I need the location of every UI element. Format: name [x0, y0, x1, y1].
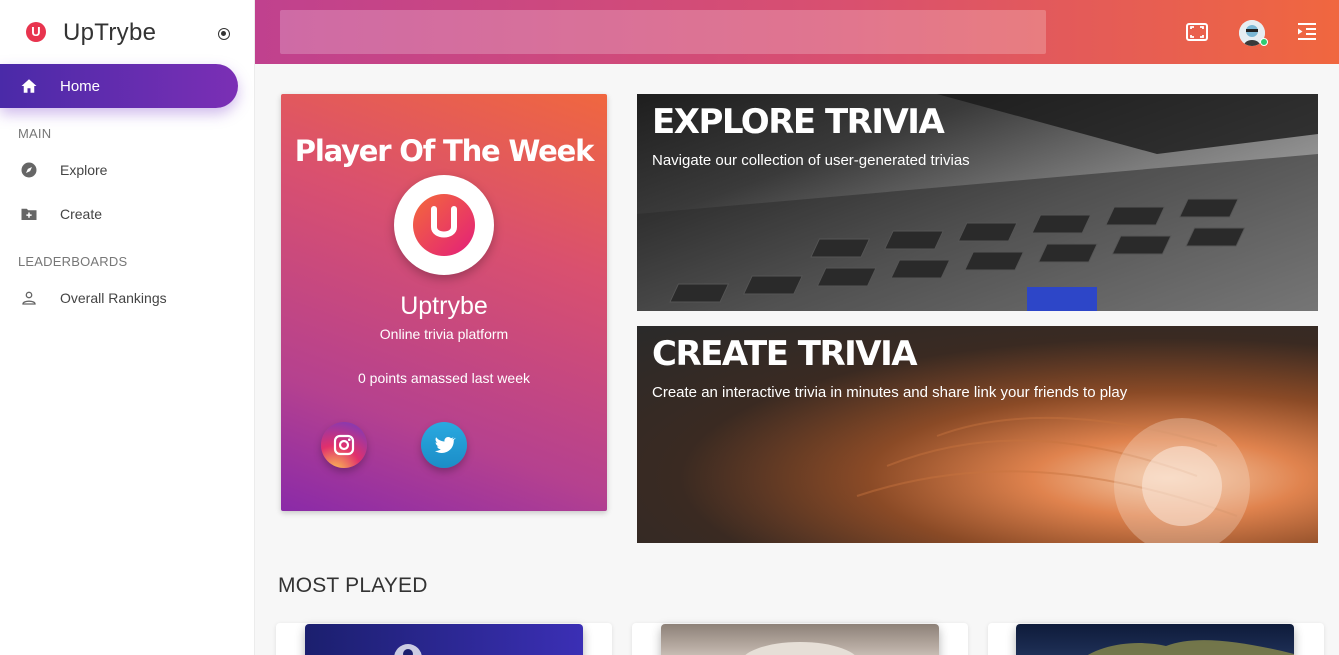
sidebar-item-overall-rankings[interactable]: Overall Rankings	[0, 278, 255, 318]
menu-collapse-icon[interactable]	[1295, 20, 1319, 44]
home-icon	[21, 79, 37, 93]
sidebar-toggle-icon[interactable]	[218, 28, 230, 40]
sidebar-item-label: Create	[60, 206, 103, 222]
sidebar-item-label: Home	[60, 78, 101, 95]
sidebar: U UpTrybe Home MAIN Explore Create LEADE…	[0, 0, 255, 655]
compass-icon	[21, 162, 37, 178]
instagram-icon	[333, 434, 355, 456]
brand-logo[interactable]: U	[26, 22, 46, 42]
sidebar-item-explore[interactable]: Explore	[0, 150, 255, 190]
twitter-icon	[434, 437, 456, 454]
brand: U UpTrybe	[0, 0, 255, 64]
player-card-title: Player Of The Week	[294, 134, 595, 168]
player-of-week-card: Player Of The Week Uptrybe Online trivia…	[281, 94, 607, 511]
create-banner-text: Create an interactive trivia in minutes …	[652, 384, 1128, 401]
search-input[interactable]	[280, 10, 1046, 54]
player-name: Uptrybe	[400, 292, 488, 320]
player-subtitle: Online trivia platform	[379, 326, 509, 342]
most-played-thumbnail[interactable]	[661, 624, 939, 655]
sidebar-item-create[interactable]: Create	[0, 194, 255, 234]
create-trivia-banner[interactable]: CREATE TRIVIA Create an interactive triv…	[637, 326, 1318, 543]
online-status-dot	[1260, 38, 1268, 46]
explore-trivia-banner[interactable]: EXPLORE TRIVIA Navigate our collection o…	[637, 94, 1318, 311]
uptrybe-logo-icon	[413, 194, 475, 256]
section-label-main: MAIN	[18, 126, 52, 141]
world-map-image	[1088, 640, 1294, 655]
brand-name[interactable]: UpTrybe	[63, 19, 156, 47]
fullscreen-icon[interactable]	[1185, 20, 1209, 44]
hat-image	[745, 642, 855, 655]
most-played-title: MOST PLAYED	[278, 574, 428, 597]
create-banner-title: CREATE TRIVIA	[652, 334, 918, 374]
most-played-thumbnail[interactable]	[305, 624, 583, 655]
explore-banner-text: Navigate our collection of user-generate…	[652, 152, 970, 169]
explore-banner-title: EXPLORE TRIVIA	[652, 102, 945, 142]
player-points: 0 points amassed last week	[358, 370, 530, 386]
user-icon	[22, 291, 36, 305]
top-header	[255, 0, 1339, 64]
soccer-ball-icon	[394, 644, 422, 655]
instagram-button[interactable]	[321, 422, 367, 468]
section-label-leaderboards: LEADERBOARDS	[18, 254, 128, 269]
most-played-thumbnail[interactable]	[1016, 624, 1294, 655]
folder-plus-icon	[21, 208, 37, 220]
sidebar-item-home[interactable]: Home	[0, 64, 238, 108]
twitter-button[interactable]	[421, 422, 467, 468]
sidebar-item-label: Explore	[60, 162, 108, 178]
sidebar-item-label: Overall Rankings	[60, 290, 167, 306]
player-logo[interactable]	[394, 175, 494, 275]
